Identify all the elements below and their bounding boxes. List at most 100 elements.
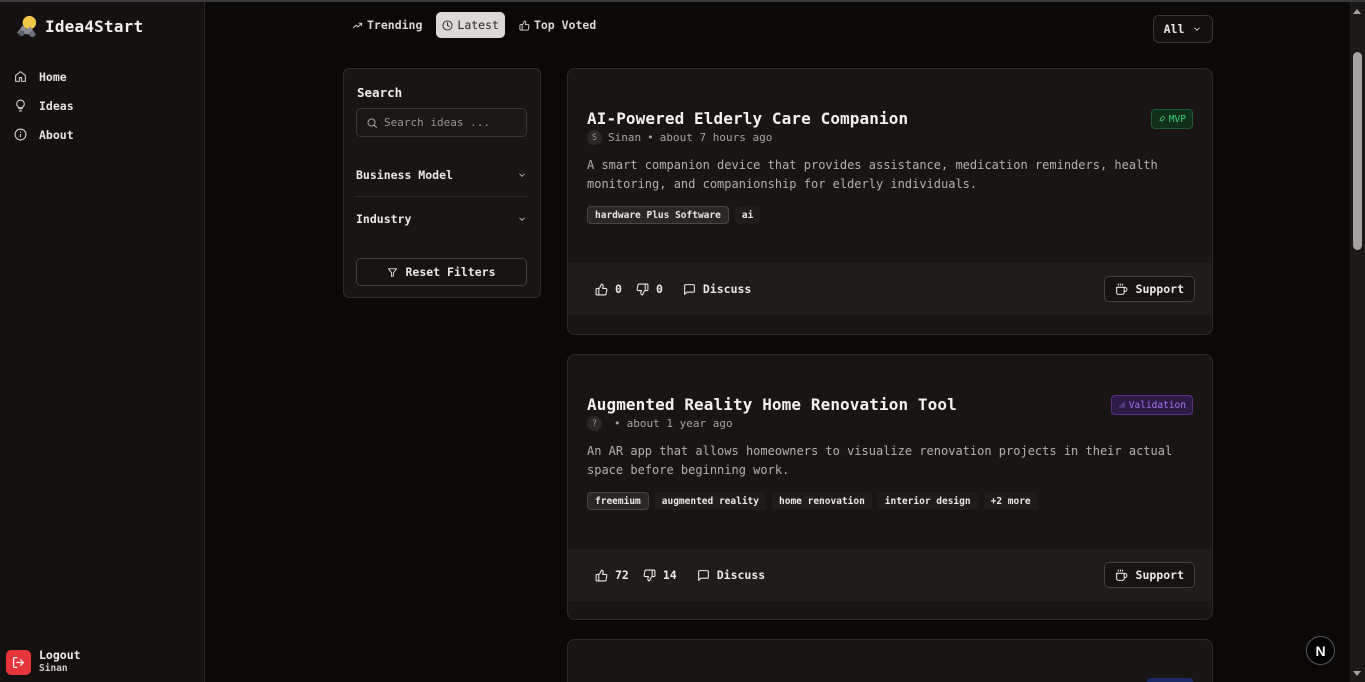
thumbs-up-icon bbox=[519, 19, 530, 31]
sidebar: Idea4Start Home Ideas About Logout Sinan bbox=[0, 2, 205, 682]
tab-label: Latest bbox=[457, 18, 499, 32]
thumbs-down-icon bbox=[636, 283, 649, 295]
idea-meta: S Sinan • about 7 hours ago bbox=[587, 130, 772, 145]
coffee-icon bbox=[1115, 283, 1127, 295]
idea-title[interactable]: Augmented Reality Home Renovation Tool bbox=[587, 395, 957, 414]
stage-badge bbox=[1147, 678, 1193, 682]
tag[interactable]: interior design bbox=[877, 492, 978, 510]
support-button[interactable]: Support bbox=[1103, 276, 1195, 302]
nextjs-dev-badge[interactable]: N bbox=[1306, 636, 1335, 665]
upvote-count: 0 bbox=[615, 282, 622, 296]
stage-filter-select[interactable]: All bbox=[1153, 15, 1213, 43]
idea-meta: ? • about 1 year ago bbox=[587, 416, 733, 431]
app-name: Idea4Start bbox=[45, 17, 144, 36]
chevron-down-icon bbox=[1194, 27, 1201, 31]
upvote-count: 72 bbox=[615, 568, 629, 582]
business-model-accordion[interactable]: Business Model bbox=[356, 154, 527, 197]
sidebar-item-about[interactable]: About bbox=[12, 120, 192, 149]
tag-list: freemium augmented reality home renovati… bbox=[587, 492, 1038, 510]
filter-panel: Search Business Model Industry Reset Fil… bbox=[343, 68, 541, 298]
tab-label: Top Voted bbox=[533, 18, 597, 32]
idea-card[interactable]: Augmented Reality Home Renovation Tool V… bbox=[567, 354, 1213, 620]
support-label: Support bbox=[1135, 282, 1184, 296]
idea-description: An AR app that allows homeowners to visu… bbox=[587, 444, 1173, 477]
sidebar-item-label: Home bbox=[39, 69, 67, 84]
reset-filters-button[interactable]: Reset Filters bbox=[356, 258, 527, 286]
stage-badge: MVP bbox=[1150, 109, 1193, 129]
idea-time: about 7 hours ago bbox=[659, 131, 773, 144]
comment-icon bbox=[683, 283, 695, 295]
meta-separator: • bbox=[614, 417, 621, 430]
idea-time: about 1 year ago bbox=[626, 417, 733, 430]
tag-business-model[interactable]: freemium bbox=[587, 492, 649, 510]
card-footer: 0 0 Discuss Support bbox=[568, 263, 1212, 315]
idea-card[interactable]: AI-Powered Elderly Care Companion MVP S … bbox=[567, 68, 1213, 335]
chevron-down-icon bbox=[519, 216, 525, 221]
idea-card-partial[interactable] bbox=[567, 639, 1213, 682]
logout-label: Logout bbox=[39, 648, 81, 662]
avatar: S bbox=[587, 130, 602, 145]
downvote-button[interactable]: 14 bbox=[643, 568, 677, 582]
stage-label: MVP bbox=[1168, 113, 1186, 125]
stage-filter-value: All bbox=[1163, 22, 1185, 36]
industry-accordion[interactable]: Industry bbox=[356, 197, 527, 240]
card-footer: 72 14 Discuss Support bbox=[568, 549, 1212, 601]
bar-chart-icon bbox=[1119, 402, 1125, 408]
thumbs-up-icon bbox=[595, 283, 608, 295]
logout-icon bbox=[6, 649, 31, 675]
current-user-name: Sinan bbox=[39, 663, 68, 674]
filter-icon bbox=[388, 267, 398, 277]
search-input[interactable] bbox=[384, 116, 524, 129]
coffee-icon bbox=[1115, 569, 1127, 581]
accordion-label: Industry bbox=[356, 211, 412, 226]
support-label: Support bbox=[1135, 568, 1184, 582]
search-box[interactable] bbox=[356, 108, 527, 137]
page-scrollbar[interactable] bbox=[1350, 2, 1365, 682]
sort-tabs: Trending Latest Top Voted bbox=[346, 12, 602, 38]
clock-icon bbox=[442, 19, 453, 31]
downvote-button[interactable]: 0 bbox=[636, 282, 663, 296]
scroll-up-arrow[interactable] bbox=[1353, 9, 1361, 14]
scroll-down-arrow[interactable] bbox=[1353, 671, 1361, 676]
sidebar-item-label: Ideas bbox=[39, 98, 74, 113]
upvote-button[interactable]: 72 bbox=[595, 568, 629, 582]
rocket-icon bbox=[1159, 115, 1165, 122]
scroll-thumb[interactable] bbox=[1353, 52, 1362, 250]
chevron-down-icon bbox=[519, 173, 525, 177]
tab-label: Trending bbox=[367, 18, 423, 32]
sidebar-item-home[interactable]: Home bbox=[12, 62, 192, 91]
author-name: Sinan bbox=[608, 131, 642, 144]
avatar: ? bbox=[587, 416, 602, 431]
logo-icon bbox=[16, 15, 37, 38]
discuss-button[interactable]: Discuss bbox=[697, 568, 765, 582]
trending-icon bbox=[352, 22, 363, 28]
discuss-label: Discuss bbox=[716, 568, 766, 582]
tag[interactable]: ai bbox=[734, 206, 761, 224]
tab-trending[interactable]: Trending bbox=[346, 12, 428, 38]
sidebar-item-ideas[interactable]: Ideas bbox=[12, 91, 192, 120]
search-icon bbox=[367, 118, 377, 128]
more-tags[interactable]: +2 more bbox=[983, 492, 1038, 510]
tab-top-voted[interactable]: Top Voted bbox=[513, 12, 602, 38]
stage-badge: Validation bbox=[1110, 395, 1193, 415]
discuss-button[interactable]: Discuss bbox=[683, 282, 751, 296]
thumbs-down-icon bbox=[643, 569, 656, 581]
meta-separator: • bbox=[647, 131, 654, 144]
tag[interactable]: augmented reality bbox=[654, 492, 766, 510]
logout-button[interactable]: Logout Sinan bbox=[6, 649, 81, 675]
home-icon bbox=[15, 71, 26, 82]
tag[interactable]: home renovation bbox=[772, 492, 872, 510]
brand[interactable]: Idea4Start bbox=[14, 14, 143, 39]
sidebar-item-label: About bbox=[39, 127, 74, 142]
tag-business-model[interactable]: hardware Plus Software bbox=[587, 206, 729, 224]
lightbulb-icon bbox=[16, 99, 25, 112]
idea-title[interactable]: AI-Powered Elderly Care Companion bbox=[587, 109, 908, 128]
idea-description: A smart companion device that provides a… bbox=[587, 158, 1158, 191]
upvote-button[interactable]: 0 bbox=[595, 282, 622, 296]
filter-panel-title: Search bbox=[357, 85, 403, 100]
info-icon bbox=[14, 128, 27, 141]
downvote-count: 14 bbox=[662, 568, 677, 582]
discuss-label: Discuss bbox=[702, 282, 752, 296]
tab-latest[interactable]: Latest bbox=[436, 12, 505, 38]
support-button[interactable]: Support bbox=[1103, 562, 1195, 588]
